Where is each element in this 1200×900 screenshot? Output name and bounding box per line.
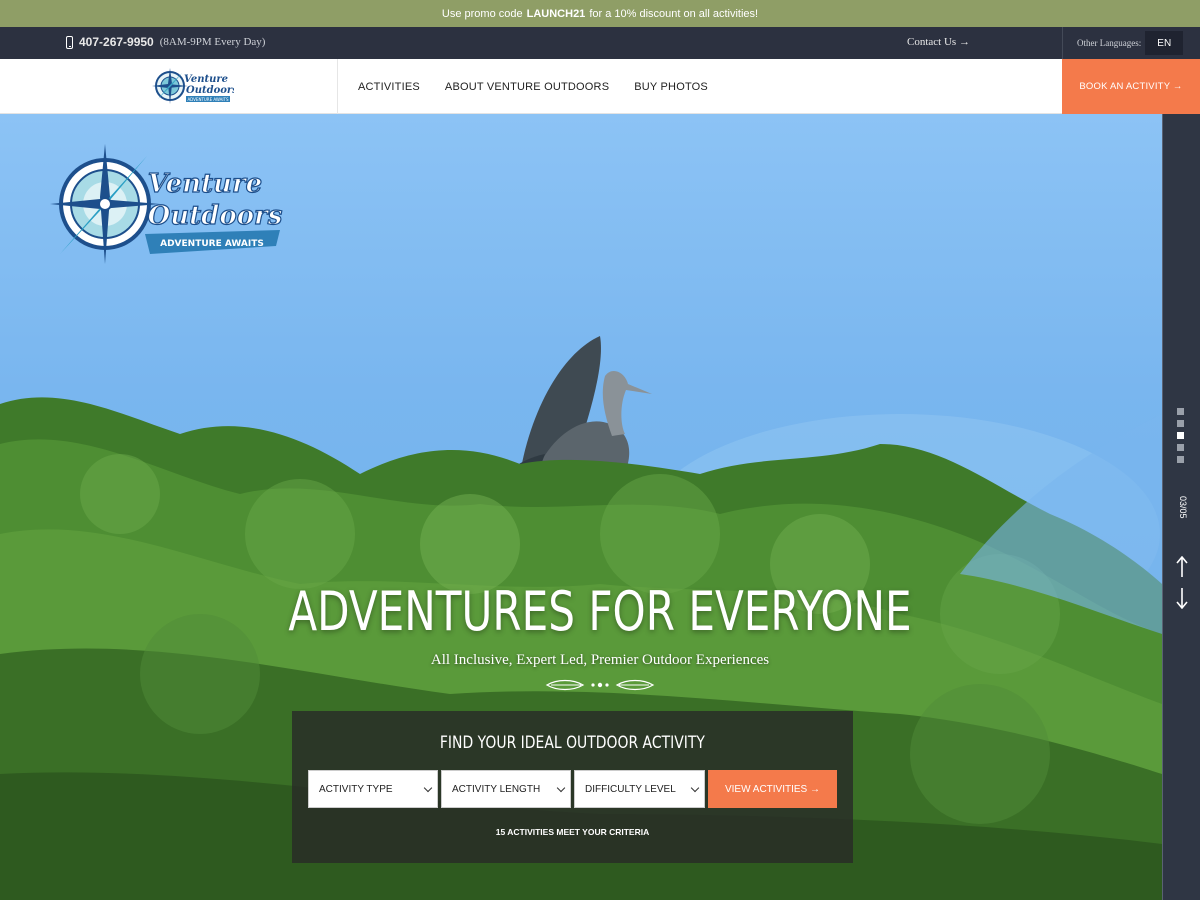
phone-number[interactable]: 407-267-9950 bbox=[79, 35, 154, 49]
phone-contact[interactable]: 407-267-9950 (8AM-9PM Every Day) bbox=[66, 35, 265, 49]
hero-title: ADVENTURES FOR EVERYONE bbox=[288, 580, 912, 643]
promo-bar: Use promo code LAUNCH21 for a 10% discou… bbox=[0, 0, 1200, 27]
logo-small-text-1: Venture bbox=[184, 74, 228, 85]
promo-prefix: Use promo code bbox=[441, 7, 523, 20]
phone-icon bbox=[66, 35, 73, 49]
main-nav: Venture Outdoors ADVENTURE AWAITS ACTIVI… bbox=[0, 59, 1200, 114]
business-hours: (8AM-9PM Every Day) bbox=[159, 36, 266, 48]
logo-large: Venture Outdoors ADVENTURE AWAITS bbox=[50, 144, 283, 264]
logo-tagline: ADVENTURE AWAITS bbox=[160, 239, 264, 249]
arrow-up-icon[interactable] bbox=[1176, 556, 1188, 578]
chevron-down-icon bbox=[690, 783, 700, 793]
logo-text-venture: Venture bbox=[148, 169, 262, 199]
activity-finder: FIND YOUR IDEAL OUTDOOR ACTIVITY ACTIVIT… bbox=[292, 711, 853, 863]
difficulty-level-select[interactable]: DIFFICULTY LEVEL bbox=[574, 770, 705, 808]
finder-title: FIND YOUR IDEAL OUTDOOR ACTIVITY bbox=[439, 733, 705, 753]
criteria-count: 15 ACTIVITIES MEET YOUR CRITERIA bbox=[495, 827, 650, 837]
difficulty-level-value: DIFFICULTY LEVEL bbox=[585, 783, 676, 795]
nav-item-about[interactable]: ABOUT VENTURE OUTDOORS bbox=[445, 81, 609, 93]
slider-dot[interactable] bbox=[1177, 444, 1184, 451]
ornament-divider bbox=[545, 679, 655, 691]
compass-icon bbox=[50, 144, 160, 264]
nav-divider bbox=[337, 59, 338, 114]
slider-dots bbox=[1177, 408, 1184, 463]
arrow-down-icon[interactable] bbox=[1176, 587, 1188, 609]
nav-item-activities[interactable]: ACTIVITIES bbox=[358, 81, 420, 93]
book-activity-button[interactable]: BOOK AN ACTIVITY → bbox=[1062, 59, 1200, 114]
compass-icon bbox=[152, 68, 188, 104]
chevron-down-icon bbox=[423, 783, 433, 793]
language-button[interactable]: EN bbox=[1145, 31, 1184, 55]
logo-small-text-2: Outdoors bbox=[186, 85, 234, 96]
slider-rail: 03/05 bbox=[1162, 114, 1200, 900]
hero-subtitle: All Inclusive, Expert Led, Premier Outdo… bbox=[430, 652, 770, 668]
logo-text-outdoors: Outdoors bbox=[148, 201, 283, 231]
slide-counter: 03/05 bbox=[1178, 496, 1188, 519]
promo-code: LAUNCH21 bbox=[526, 7, 586, 20]
activity-type-select[interactable]: ACTIVITY TYPE bbox=[308, 770, 438, 808]
other-languages-label: Other Languages: bbox=[1077, 38, 1142, 48]
logo-small[interactable]: Venture Outdoors ADVENTURE AWAITS bbox=[150, 64, 234, 108]
activity-length-select[interactable]: ACTIVITY LENGTH bbox=[441, 770, 571, 808]
view-activities-button[interactable]: VIEW ACTIVITIES → bbox=[708, 770, 837, 808]
language-switcher: Other Languages: EN bbox=[1062, 27, 1200, 59]
promo-suffix: for a 10% discount on all activities! bbox=[589, 7, 759, 20]
slider-dot[interactable] bbox=[1177, 408, 1184, 415]
logo-small-tagline: ADVENTURE AWAITS bbox=[187, 97, 229, 102]
slider-dot-active[interactable] bbox=[1177, 432, 1184, 439]
nav-item-buy-photos[interactable]: BUY PHOTOS bbox=[634, 81, 708, 93]
chevron-down-icon bbox=[556, 783, 566, 793]
slider-dot[interactable] bbox=[1177, 420, 1184, 427]
activity-type-value: ACTIVITY TYPE bbox=[319, 783, 393, 795]
hero-section: Venture Outdoors ADVENTURE AWAITS ADVENT… bbox=[0, 114, 1162, 900]
slider-dot[interactable] bbox=[1177, 456, 1184, 463]
nav-menu: ACTIVITIES ABOUT VENTURE OUTDOORS BUY PH… bbox=[358, 59, 708, 114]
activity-length-value: ACTIVITY LENGTH bbox=[452, 783, 541, 795]
contact-us-link[interactable]: Contact Us → bbox=[907, 36, 970, 48]
utility-bar: 407-267-9950 (8AM-9PM Every Day) Contact… bbox=[0, 27, 1200, 59]
